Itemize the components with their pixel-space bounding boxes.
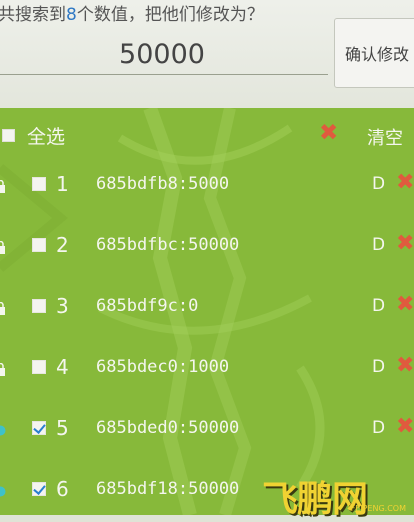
select-all-label[interactable]: 全选: [27, 122, 65, 149]
row-checkbox[interactable]: [32, 421, 46, 435]
clear-x-icon[interactable]: ✖: [319, 122, 338, 145]
delete-icon[interactable]: ✖: [396, 233, 414, 255]
watermark-text: 飞鹏网: [262, 479, 368, 520]
result-count: 8: [66, 5, 77, 25]
prompt-suffix: 个数值，把他们修改为？: [76, 5, 264, 25]
row-type[interactable]: D: [372, 174, 385, 194]
prompt-prefix: 共搜索到: [0, 5, 66, 25]
list-item[interactable]: 4 685bdec0:1000 D ✖: [0, 339, 414, 400]
dot-icon[interactable]: [0, 485, 6, 498]
lock-icon[interactable]: [0, 363, 6, 376]
row-index: 4: [56, 355, 69, 379]
row-address-value: 685bdf18:50000: [96, 479, 240, 499]
new-value-input[interactable]: [0, 34, 328, 75]
watermark-subtext: FEIPENG.COM: [350, 504, 406, 513]
delete-icon[interactable]: ✖: [396, 355, 414, 377]
list-item[interactable]: 2 685bdfbc:50000 D ✖: [0, 217, 414, 278]
delete-icon[interactable]: ✖: [396, 416, 414, 438]
row-type[interactable]: D: [372, 418, 385, 438]
lock-icon[interactable]: [0, 180, 6, 193]
dot-icon[interactable]: [0, 424, 6, 437]
result-list-panel: 全选 ✖ 清空 1 685bdfb8:5000 D ✖ 2 685bdfbc:5…: [0, 108, 414, 515]
row-checkbox[interactable]: [32, 238, 46, 252]
list-item[interactable]: 5 685bded0:50000 D ✖: [0, 400, 414, 461]
delete-icon[interactable]: ✖: [396, 294, 414, 316]
row-address-value: 685bdf9c:0: [96, 296, 199, 316]
row-address-value: 685bdfbc:50000: [96, 235, 240, 255]
row-index: 6: [56, 477, 69, 501]
confirm-modify-button[interactable]: 确认修改: [334, 18, 414, 88]
row-address-value: 685bdfb8:5000: [96, 174, 230, 194]
lock-icon[interactable]: [0, 241, 6, 254]
row-address-value: 685bdec0:1000: [96, 357, 230, 377]
row-index: 5: [56, 416, 69, 440]
list-item[interactable]: 1 685bdfb8:5000 D ✖: [0, 156, 414, 217]
select-all-checkbox[interactable]: [2, 129, 15, 142]
clear-all-button[interactable]: 清空: [367, 124, 403, 150]
row-checkbox[interactable]: [32, 299, 46, 313]
row-index: 2: [56, 233, 69, 257]
row-address-value: 685bded0:50000: [96, 418, 240, 438]
row-type[interactable]: D: [372, 357, 385, 377]
search-result-header: 共搜索到8个数值，把他们修改为？ 确认修改: [0, 0, 414, 108]
delete-icon[interactable]: ✖: [396, 172, 414, 194]
row-type[interactable]: D: [372, 296, 385, 316]
search-result-prompt: 共搜索到8个数值，把他们修改为？: [0, 0, 264, 25]
row-checkbox[interactable]: [32, 177, 46, 191]
row-index: 3: [56, 294, 69, 318]
site-watermark-logo: 飞鹏网 FEIPENG.COM: [258, 470, 414, 520]
row-checkbox[interactable]: [32, 360, 46, 374]
row-type[interactable]: D: [372, 235, 385, 255]
list-item[interactable]: 3 685bdf9c:0 D ✖: [0, 278, 414, 339]
lock-icon[interactable]: [0, 302, 6, 315]
row-checkbox[interactable]: [32, 482, 46, 496]
row-index: 1: [56, 172, 69, 196]
